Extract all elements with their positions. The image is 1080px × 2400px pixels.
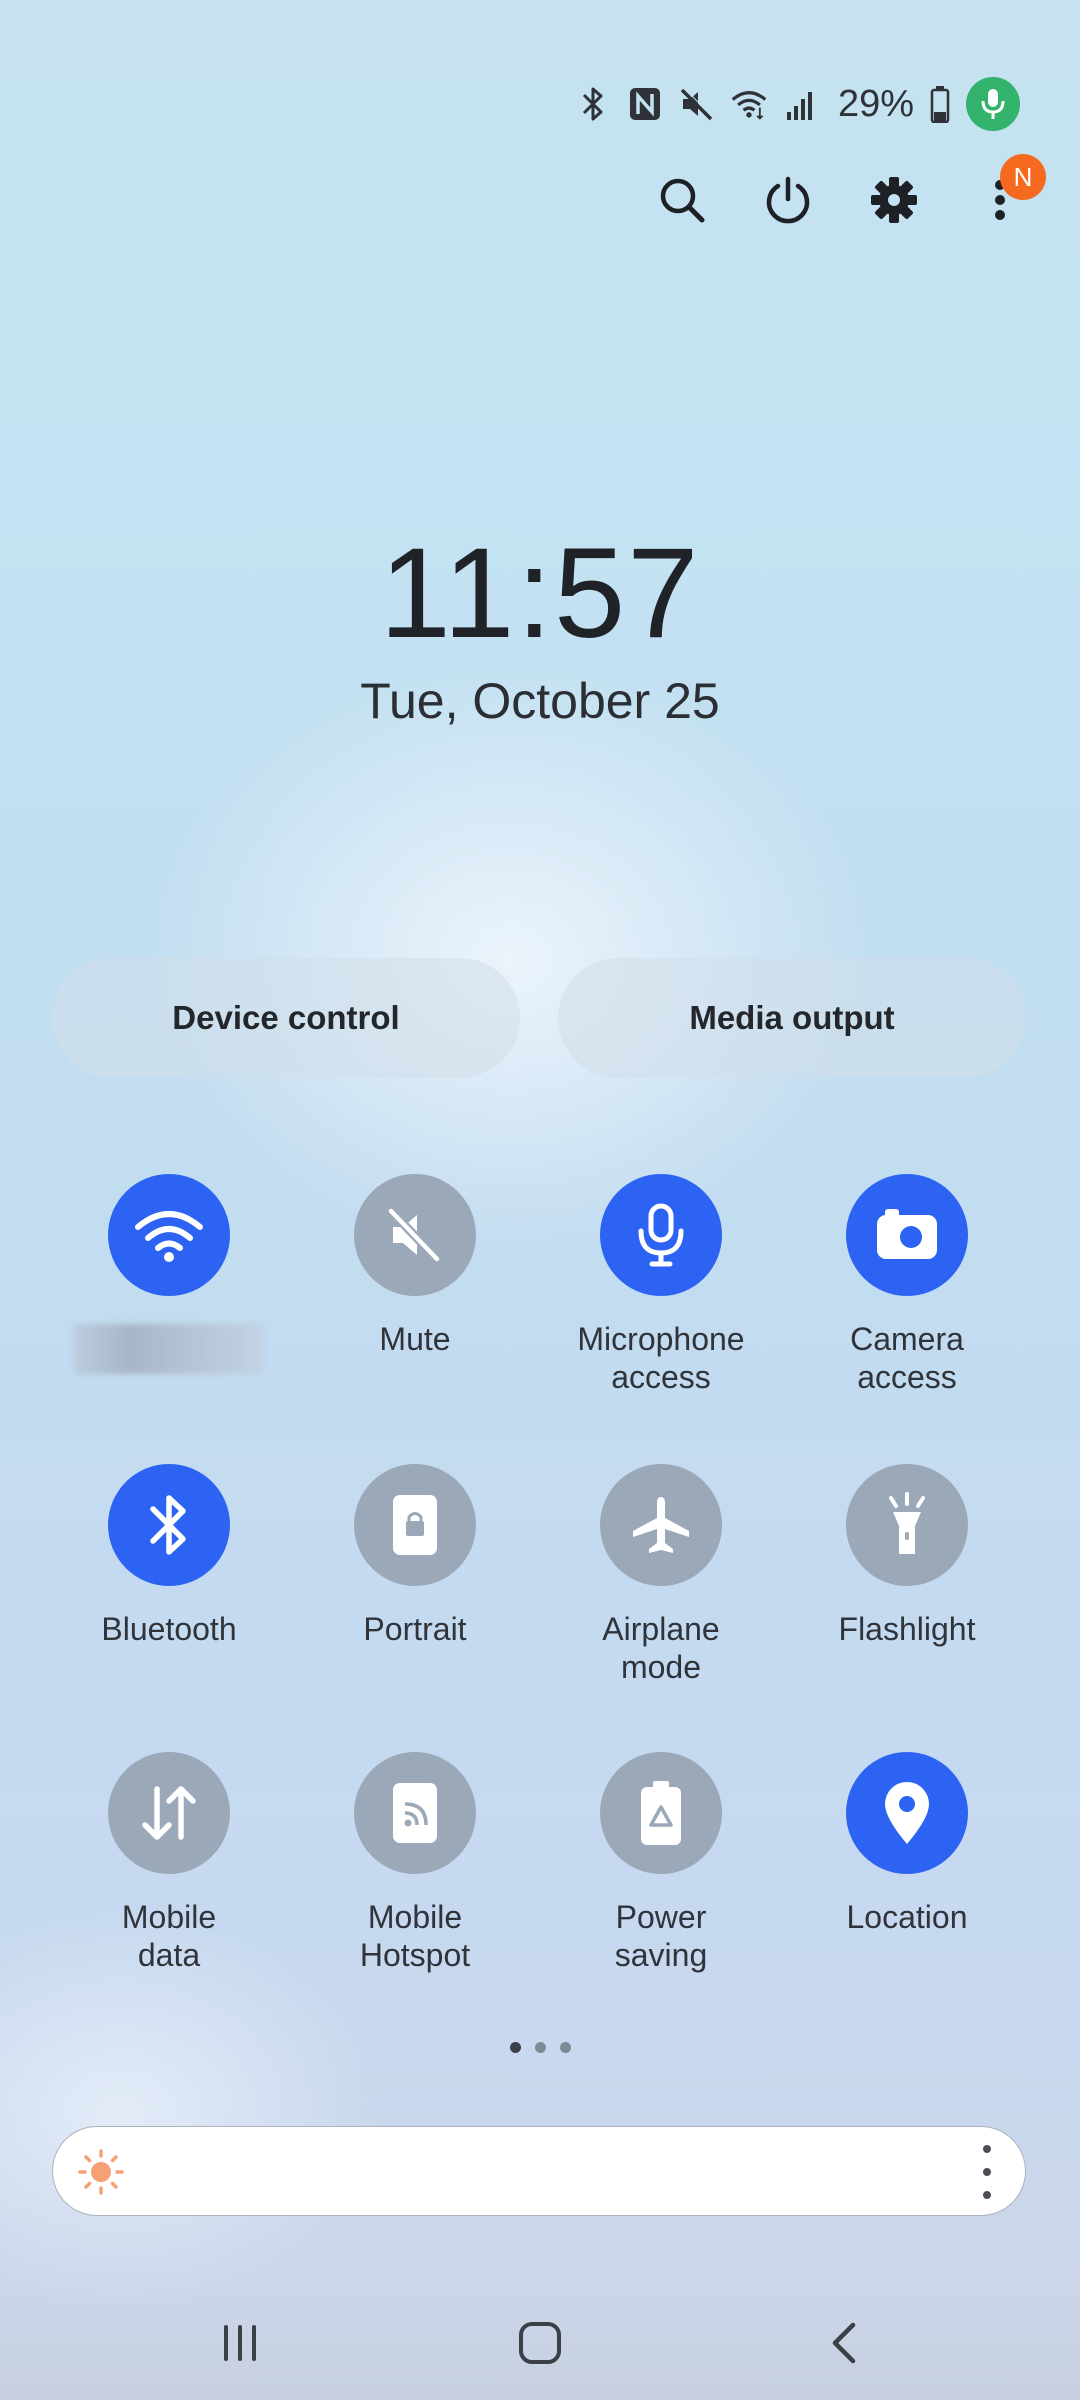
mic-active-icon[interactable] — [966, 77, 1020, 131]
notification-badge: N — [1000, 154, 1046, 200]
wifi-icon — [730, 82, 768, 126]
tile-microphone-toggle[interactable] — [600, 1174, 722, 1296]
tile-power-saving-label: Power saving — [614, 1899, 708, 1973]
battery-icon — [928, 82, 952, 126]
tile-camera-label: Camera access — [850, 1321, 964, 1395]
bluetooth-icon — [574, 82, 612, 126]
tile-airplane-label: Airplane mode — [602, 1611, 720, 1685]
device-control-button[interactable]: Device control — [52, 958, 520, 1078]
battery-percent: 29% — [837, 82, 914, 125]
tile-bluetooth-label: Bluetooth — [101, 1611, 237, 1647]
mute-icon — [678, 82, 716, 126]
tile-hotspot-label: Mobile Hotspot — [359, 1899, 471, 1973]
status-bar: 29% — [574, 76, 1020, 132]
sun-icon — [77, 2148, 125, 2196]
tile-flashlight[interactable]: Flashlight — [784, 1464, 1030, 1648]
page-dot-3[interactable] — [559, 2042, 571, 2053]
tile-airplane-mode[interactable]: Airplane mode — [538, 1464, 784, 1686]
tile-location[interactable]: Location — [784, 1752, 1030, 1936]
tile-microphone-access[interactable]: Microphone access — [538, 1174, 784, 1396]
brightness-slider[interactable] — [52, 2126, 1026, 2216]
tile-location-label: Location — [846, 1899, 968, 1935]
page-indicator — [0, 2042, 1080, 2053]
tile-power-saving[interactable]: Power saving — [538, 1752, 784, 1974]
tile-airplane-toggle[interactable] — [600, 1464, 722, 1586]
tile-flashlight-label: Flashlight — [838, 1611, 976, 1647]
tile-wifi-toggle[interactable] — [108, 1174, 230, 1296]
media-output-button[interactable]: Media output — [558, 958, 1026, 1078]
home-icon[interactable] — [500, 2308, 580, 2378]
tile-portrait-toggle[interactable] — [354, 1464, 476, 1586]
power-icon[interactable] — [758, 170, 818, 230]
settings-icon[interactable] — [864, 170, 924, 230]
tile-mute[interactable]: Mute — [292, 1174, 538, 1358]
tile-flashlight-toggle[interactable] — [846, 1464, 968, 1586]
tile-power-saving-toggle[interactable] — [600, 1752, 722, 1874]
page-dot-2[interactable] — [534, 2042, 546, 2053]
page-dot-1[interactable] — [509, 2042, 521, 2053]
tile-mobile-data-toggle[interactable] — [108, 1752, 230, 1874]
recent-apps-icon[interactable] — [200, 2308, 280, 2378]
clock-date[interactable]: Tue, October 25 — [0, 672, 1080, 730]
tile-mobile-data-label: Mobile data — [121, 1899, 217, 1973]
tile-portrait-label: Portrait — [363, 1611, 467, 1647]
nfc-icon — [626, 82, 664, 126]
tile-camera-toggle[interactable] — [846, 1174, 968, 1296]
search-icon[interactable] — [652, 170, 712, 230]
tile-wifi[interactable] — [46, 1174, 292, 1374]
signal-icon — [782, 82, 820, 126]
brightness-more-icon[interactable] — [975, 2145, 999, 2199]
tile-mobile-hotspot[interactable]: Mobile Hotspot — [292, 1752, 538, 1974]
tile-mobile-data[interactable]: Mobile data — [46, 1752, 292, 1974]
tile-hotspot-toggle[interactable] — [354, 1752, 476, 1874]
clock-time[interactable]: 11:57 — [0, 520, 1080, 667]
tile-mute-label: Mute — [379, 1321, 451, 1357]
tile-microphone-label: Microphone access — [577, 1321, 745, 1395]
tile-wifi-network-name — [74, 1324, 264, 1374]
panel-actions: N — [652, 154, 1046, 230]
more-icon[interactable]: N — [970, 154, 1046, 230]
tile-camera-access[interactable]: Camera access — [784, 1174, 1030, 1396]
tile-bluetooth-toggle[interactable] — [108, 1464, 230, 1586]
tile-mute-toggle[interactable] — [354, 1174, 476, 1296]
navigation-bar — [0, 2278, 1080, 2400]
tile-bluetooth[interactable]: Bluetooth — [46, 1464, 292, 1648]
back-icon[interactable] — [804, 2308, 884, 2378]
tile-location-toggle[interactable] — [846, 1752, 968, 1874]
tile-portrait[interactable]: Portrait — [292, 1464, 538, 1648]
